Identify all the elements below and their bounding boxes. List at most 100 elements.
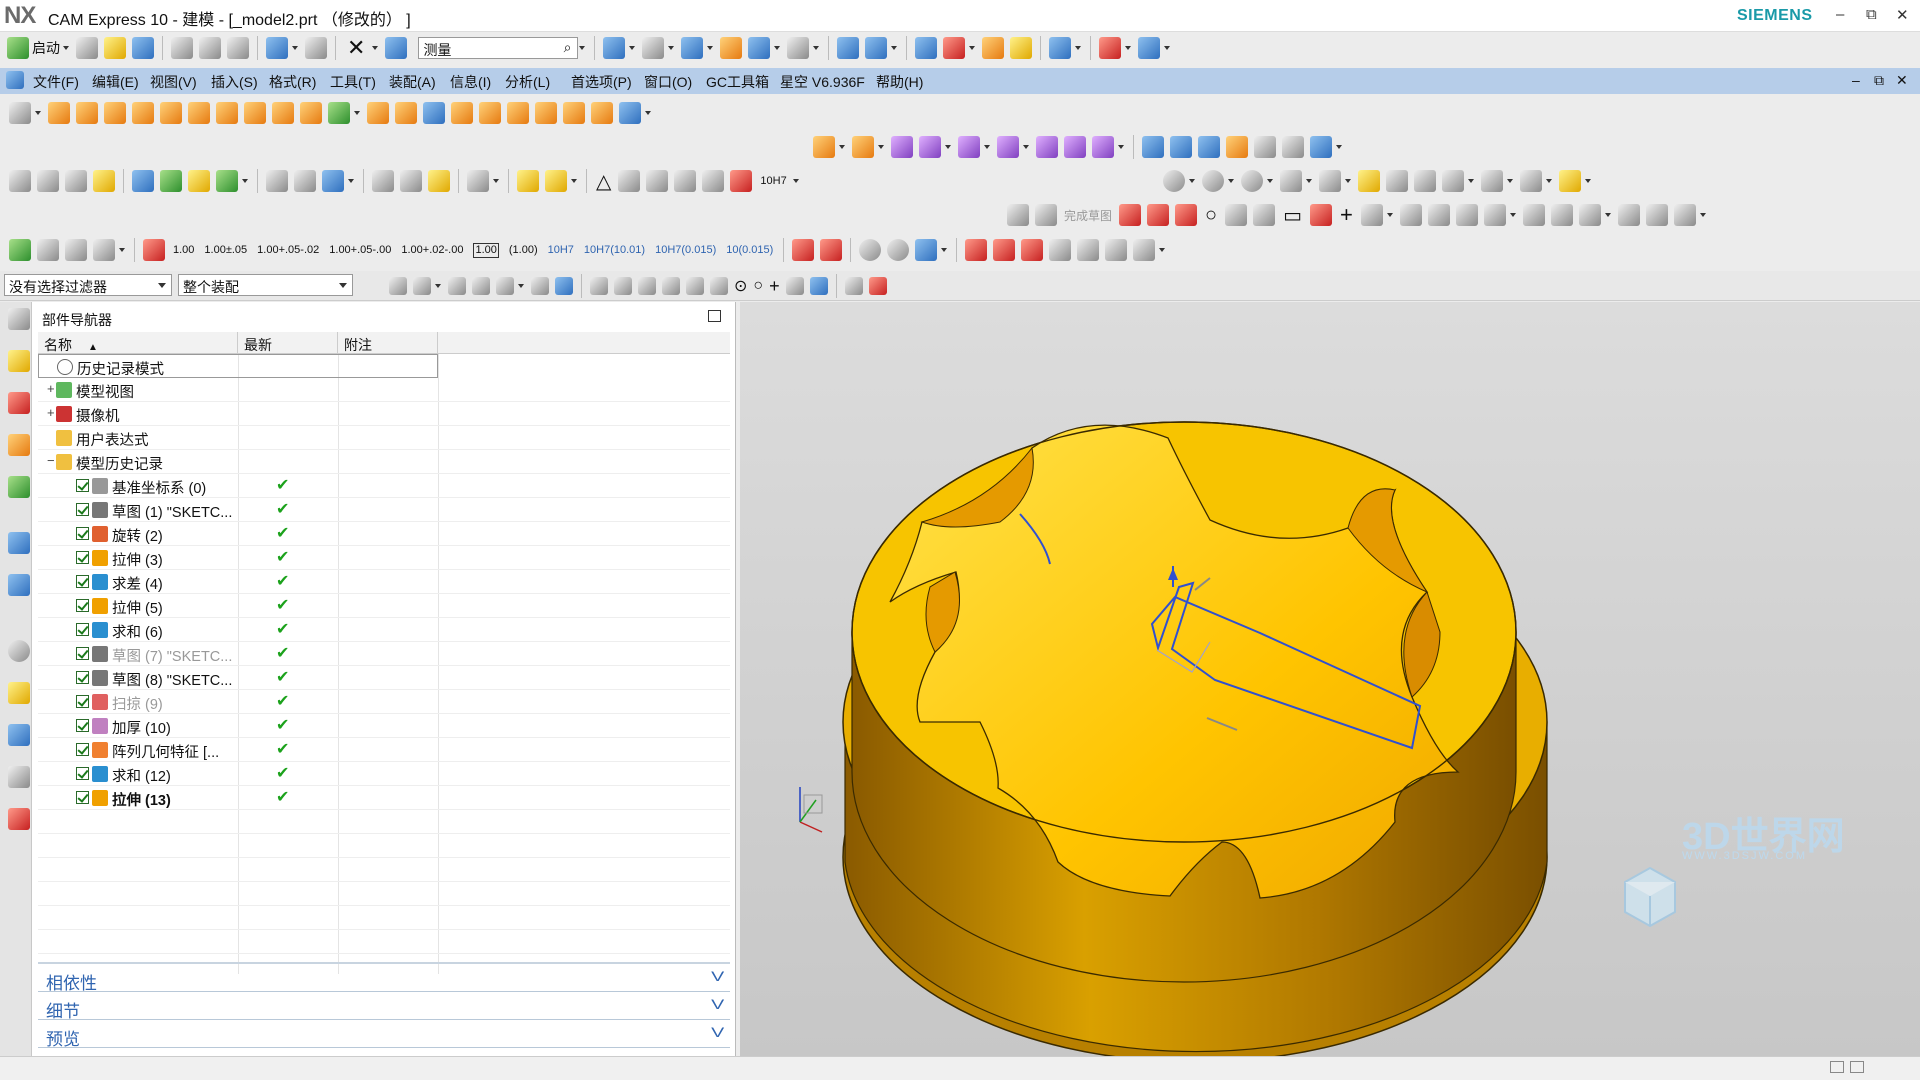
graphics-window[interactable]: 3D世界网 WWW.3DSJW.COM [740,302,1920,1063]
menu-format[interactable]: 格式(R) [269,72,316,92]
doc-restore-button[interactable]: ⧉ [1874,72,1884,89]
point-constructor-icon[interactable] [943,37,966,59]
sew-icon[interactable] [1310,136,1332,158]
doc-close-button[interactable]: ✕ [1896,72,1908,89]
alternate-solution-icon[interactable] [1673,204,1696,226]
save-icon[interactable] [132,37,154,59]
feature-group-icon[interactable] [37,239,59,261]
preview-panel[interactable]: 预览 V [38,1022,730,1049]
offset-3d-curve-icon[interactable] [1133,239,1156,261]
swept-surface-icon[interactable] [1198,136,1220,158]
suppress-checkbox[interactable] [76,623,89,636]
weld-icon[interactable] [467,170,489,192]
chamfer-icon[interactable] [451,102,473,124]
tree-row[interactable]: − 模型历史记录 [38,450,730,474]
menu-analysis[interactable]: 分析(L) [505,72,550,92]
sync-move-face-icon[interactable] [813,136,835,158]
open-file-icon[interactable] [104,37,126,59]
point-on-face-icon[interactable] [785,277,804,295]
part-family-icon[interactable] [517,170,539,192]
pull-face-icon[interactable] [852,136,874,158]
selection-intent-icon[interactable] [472,277,490,295]
selection-scope-select[interactable]: 整个装配 [178,274,353,296]
person-icon[interactable] [1386,170,1408,192]
move-component-icon[interactable] [160,170,182,192]
tree-row[interactable]: 拉伸 (3) ✔ [38,546,730,570]
polygon-icon[interactable] [1310,204,1333,226]
view-cube-icon[interactable] [1520,170,1542,192]
mirror-curve-icon[interactable] [1483,204,1506,226]
layer-icon[interactable] [720,37,743,59]
tree-row[interactable]: 扫掠 (9) ✔ [38,690,730,714]
tree-row[interactable]: 旋转 (2) ✔ [38,522,730,546]
analysis-icon[interactable] [1099,37,1122,59]
auto-constrain-icon[interactable] [1617,204,1640,226]
existing-point-icon[interactable]: ○ [753,277,763,295]
exploded-view-icon[interactable] [188,170,210,192]
subtract-icon[interactable] [328,102,350,124]
return-icon[interactable] [915,239,938,261]
menu-tools[interactable]: 工具(T) [330,72,376,92]
unite-icon[interactable] [300,102,322,124]
wave-link-icon[interactable] [216,170,238,192]
rectangle-select-icon[interactable] [496,277,514,295]
quadrant-point-icon[interactable]: ⊙ [734,276,747,296]
select-bodies-icon[interactable] [555,277,573,295]
select-faces-icon[interactable] [531,277,549,295]
curve-on-surface-icon[interactable] [1049,239,1072,261]
make-coplanar-icon[interactable] [1064,136,1086,158]
convert-reference-icon[interactable] [1645,204,1668,226]
diameter-icon[interactable] [859,239,882,261]
revolve-icon[interactable] [76,102,98,124]
through-curves-icon[interactable] [1142,136,1164,158]
cylinder-tool-icon[interactable] [372,170,394,192]
roles-tab-icon[interactable] [8,808,30,830]
pocket-icon[interactable] [160,102,182,124]
thread-icon[interactable] [244,102,266,124]
boss-icon[interactable] [132,102,154,124]
draft-icon[interactable] [507,102,529,124]
dim-format-1[interactable]: 1.00 [173,244,194,256]
doc-minimize-button[interactable]: – [1852,72,1860,88]
reuse-library-icon[interactable] [545,170,567,192]
hole-icon[interactable] [104,102,126,124]
studio-icon[interactable] [1241,170,1263,192]
wcs-icon[interactable] [865,37,888,59]
arc-icon[interactable] [1175,204,1198,226]
redo-icon[interactable] [305,37,327,59]
highlight-icon[interactable] [1358,170,1380,192]
linked-face-icon[interactable] [1036,136,1058,158]
studio-spline-icon[interactable] [1021,239,1044,261]
tree-row[interactable]: 求差 (4) ✔ [38,570,730,594]
trim-sheet-icon[interactable] [1282,136,1304,158]
part-navigator-tab-icon[interactable] [8,434,30,456]
table-note-icon[interactable] [65,239,87,261]
edge-blend-icon[interactable] [423,102,445,124]
expand-toggle-icon[interactable]: + [47,405,55,420]
rib-icon[interactable] [216,102,238,124]
start-menu-label[interactable]: 启动 [32,38,60,58]
symbol-icon[interactable] [674,170,697,192]
restore-button[interactable]: ⧉ [1866,6,1877,23]
suppress-checkbox[interactable] [76,647,89,660]
copy-icon[interactable] [199,37,221,59]
block-icon[interactable] [619,102,641,124]
dependencies-panel[interactable]: 相依性 V [38,966,730,993]
column-uptodate-header[interactable]: 最新 [238,332,338,354]
control-point-icon[interactable] [662,277,680,295]
web-browser-tab-icon[interactable] [8,574,30,596]
tree-row[interactable]: 草图 (8) "SKETC... ✔ [38,666,730,690]
quick-trim-icon[interactable] [1399,204,1422,226]
grid-icon[interactable] [1414,170,1436,192]
dim-format-2[interactable]: 1.00±.05 [204,244,247,256]
minimize-button[interactable]: – [1836,6,1844,23]
geometric-constraints-icon[interactable] [1550,204,1573,226]
process-studio-tab-icon[interactable] [8,724,30,746]
selection-icon[interactable] [915,37,938,59]
tree-row[interactable]: + 摄像机 [38,402,730,426]
suppress-checkbox[interactable] [76,551,89,564]
lighting-icon[interactable] [1280,170,1302,192]
dim-format-8[interactable]: 10H7 [548,244,574,256]
filter-reset-icon[interactable] [389,277,407,295]
menu-preferences[interactable]: 首选项(P) [571,72,632,92]
